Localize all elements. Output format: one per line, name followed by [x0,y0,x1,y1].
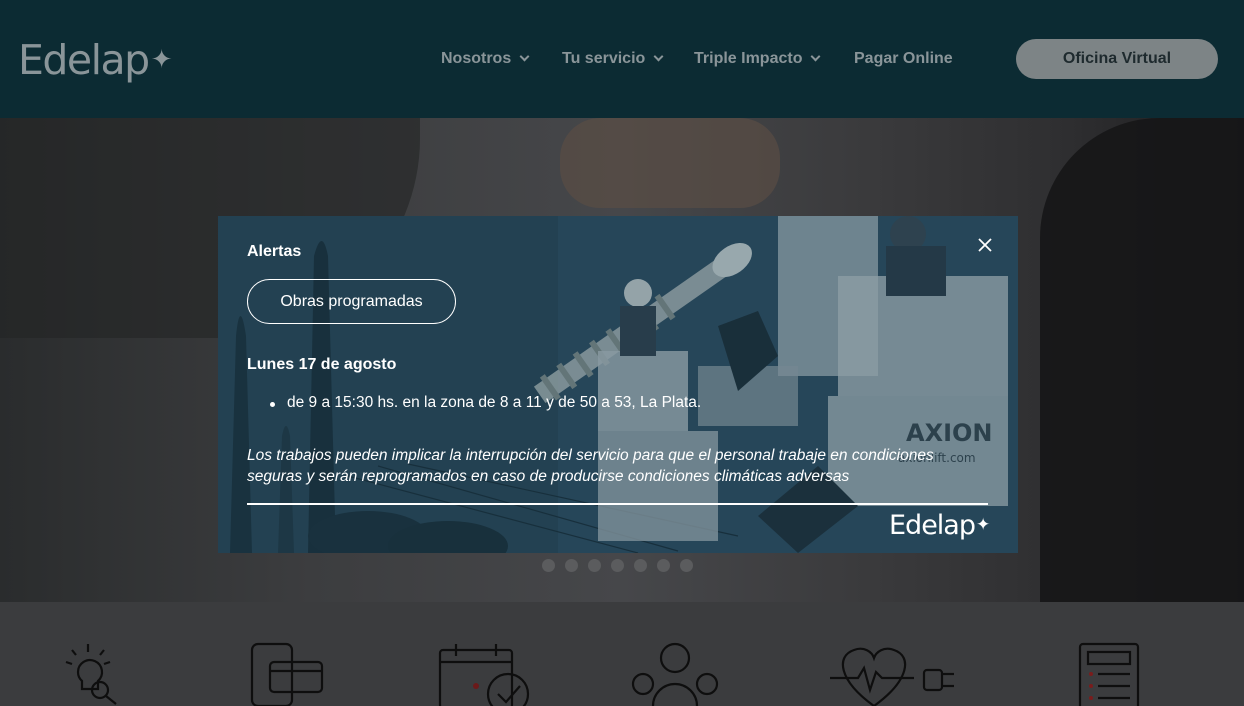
close-icon[interactable] [976,236,994,254]
chevron-down-icon [519,51,530,61]
chevron-down-icon [811,51,821,61]
carousel-dot[interactable] [565,559,578,572]
nav-item-nosotros[interactable]: Nosotros [441,50,530,68]
edelap-logo-footer: Edelap✦ [889,510,990,541]
alert-note: Los trabajos pueden implicar la interrup… [247,447,934,485]
carousel-dot[interactable] [680,559,693,572]
feature-strip [0,602,1244,706]
oficina-virtual-button[interactable]: Oficina Virtual [1016,39,1218,79]
carousel-dot[interactable] [634,559,647,572]
alert-date: Lunes 17 de agosto [247,356,397,373]
heart-plug-icon[interactable] [828,642,958,706]
phone-card-icon[interactable] [248,642,328,706]
edelap-logo[interactable]: Edelap✦ [18,36,173,84]
modal-title: Alertas [247,243,302,260]
obras-programadas-button[interactable]: Obras programadas [247,279,456,324]
chevron-down-icon [653,51,664,61]
carousel-dots [542,559,693,572]
site-header: Edelap✦ Nosotros Tu servicio Triple Impa… [0,0,1244,118]
divider [247,503,988,505]
alerts-modal: AXION axionlift.com Alertas Obras progra… [218,216,1018,553]
calendar-check-icon[interactable] [438,642,534,706]
nav-item-pagar-online[interactable]: Pagar Online [854,50,953,68]
carousel-dot[interactable] [588,559,601,572]
nav-item-triple-impacto[interactable]: Triple Impacto [694,50,821,68]
hero-shape [560,118,780,208]
carousel-dot[interactable] [611,559,624,572]
lightbulb-search-icon[interactable] [54,642,124,706]
nav-item-tu-servicio[interactable]: Tu servicio [562,50,664,68]
invoice-document-icon[interactable] [1076,642,1146,706]
carousel-dot[interactable] [657,559,670,572]
alert-list: de 9 a 15:30 hs. en la zona de 8 a 11 y … [270,394,701,412]
carousel-dot[interactable] [542,559,555,572]
list-item: de 9 a 15:30 hs. en la zona de 8 a 11 y … [270,394,701,412]
hero-shape [1040,118,1244,602]
users-group-icon[interactable] [625,642,725,706]
